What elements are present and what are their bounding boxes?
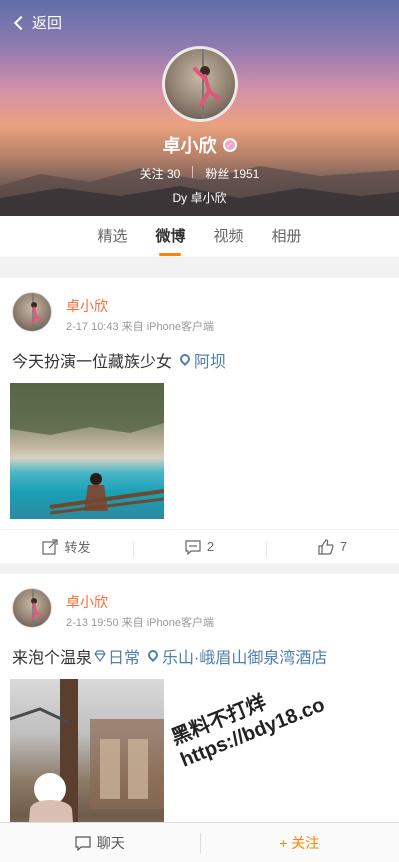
profile-name: 卓小欣 bbox=[162, 136, 217, 156]
comment-count: 2 bbox=[206, 539, 215, 554]
post-card: 卓小欣 2-17 10:43 来自 iPhone客户端 今天扮演一位藏族少女 阿… bbox=[0, 278, 399, 563]
comment-button[interactable]: 2 bbox=[133, 539, 266, 557]
profile-avatar[interactable] bbox=[162, 46, 238, 122]
post-text: 今天扮演一位藏族少女 bbox=[12, 354, 173, 371]
tab-weibo[interactable]: 微博 bbox=[155, 216, 186, 258]
topic-link[interactable]: 日常 bbox=[92, 644, 140, 668]
back-label: 返回 bbox=[32, 15, 63, 32]
tab-featured[interactable]: 精选 bbox=[97, 216, 127, 258]
post-meta: 2-13 19:50 来自 iPhone客户端 bbox=[66, 617, 214, 629]
tab-album[interactable]: 相册 bbox=[272, 216, 302, 258]
repost-button[interactable]: 转发 bbox=[0, 537, 133, 556]
post-text-row: 今天扮演一位藏族少女 阿坝 bbox=[12, 348, 226, 372]
post-username[interactable]: 卓小欣 bbox=[66, 592, 108, 612]
chat-icon bbox=[75, 835, 91, 851]
diamond-icon bbox=[94, 650, 106, 662]
profile-description: Dy 卓小欣 bbox=[172, 191, 227, 205]
comment-icon bbox=[185, 539, 201, 555]
follow-button[interactable]: + 关注 bbox=[199, 823, 399, 862]
verified-badge-icon: ✓ bbox=[222, 138, 237, 152]
post-avatar[interactable] bbox=[12, 588, 52, 628]
chat-button[interactable]: 聊天 bbox=[0, 823, 200, 862]
post-meta: 2-17 10:43 来自 iPhone客户端 bbox=[66, 321, 214, 333]
followers-count[interactable]: 粉丝 1951 bbox=[205, 165, 259, 182]
lake-photo bbox=[10, 383, 164, 515]
like-button[interactable]: 7 bbox=[266, 538, 399, 557]
location-name: 阿坝 bbox=[194, 354, 227, 371]
location-name: 乐山·峨眉山御泉湾酒店 bbox=[162, 650, 328, 667]
location-link[interactable]: 乐山·峨眉山御泉湾酒店 bbox=[140, 644, 327, 668]
tab-video[interactable]: 视频 bbox=[214, 216, 244, 258]
thumbs-up-icon bbox=[318, 538, 334, 555]
repost-label: 转发 bbox=[64, 540, 91, 555]
like-count: 7 bbox=[339, 539, 348, 554]
stats-divider bbox=[192, 166, 194, 178]
topic-name: 日常 bbox=[108, 650, 141, 667]
post-username[interactable]: 卓小欣 bbox=[66, 296, 108, 316]
dancer-photo-small bbox=[30, 589, 43, 627]
bottom-action-bar: 聊天 + 关注 bbox=[0, 822, 399, 862]
profile-name-row: 卓小欣 ✓ bbox=[0, 132, 399, 158]
dancer-photo bbox=[193, 49, 221, 119]
profile-tabs: 精选 微博 视频 相册 bbox=[0, 216, 399, 258]
post-photo[interactable] bbox=[10, 383, 164, 519]
location-pin-icon bbox=[177, 351, 193, 367]
chevron-left-icon bbox=[13, 15, 29, 30]
chat-label: 聊天 bbox=[96, 834, 125, 851]
profile-stats: 关注 30 粉丝 1951 bbox=[0, 165, 399, 182]
follow-label: + 关注 bbox=[279, 834, 320, 851]
post-actions: 转发 2 7 bbox=[0, 529, 399, 563]
location-link[interactable]: 阿坝 bbox=[172, 348, 226, 372]
profile-header: 返回 卓小欣 ✓ 关注 30 粉丝 1951 Dy 卓小欣 bbox=[0, 0, 399, 216]
repost-icon bbox=[42, 538, 59, 555]
post-text-row: 来泡个温泉 日常 乐山·峨眉山御泉湾酒店 bbox=[12, 644, 327, 668]
post-text: 来泡个温泉 bbox=[12, 650, 93, 667]
location-pin-icon bbox=[145, 647, 161, 663]
following-count[interactable]: 关注 30 bbox=[140, 165, 181, 182]
dancer-photo-small bbox=[30, 293, 43, 331]
back-button[interactable]: 返回 bbox=[12, 12, 62, 33]
post-avatar[interactable] bbox=[12, 292, 52, 332]
